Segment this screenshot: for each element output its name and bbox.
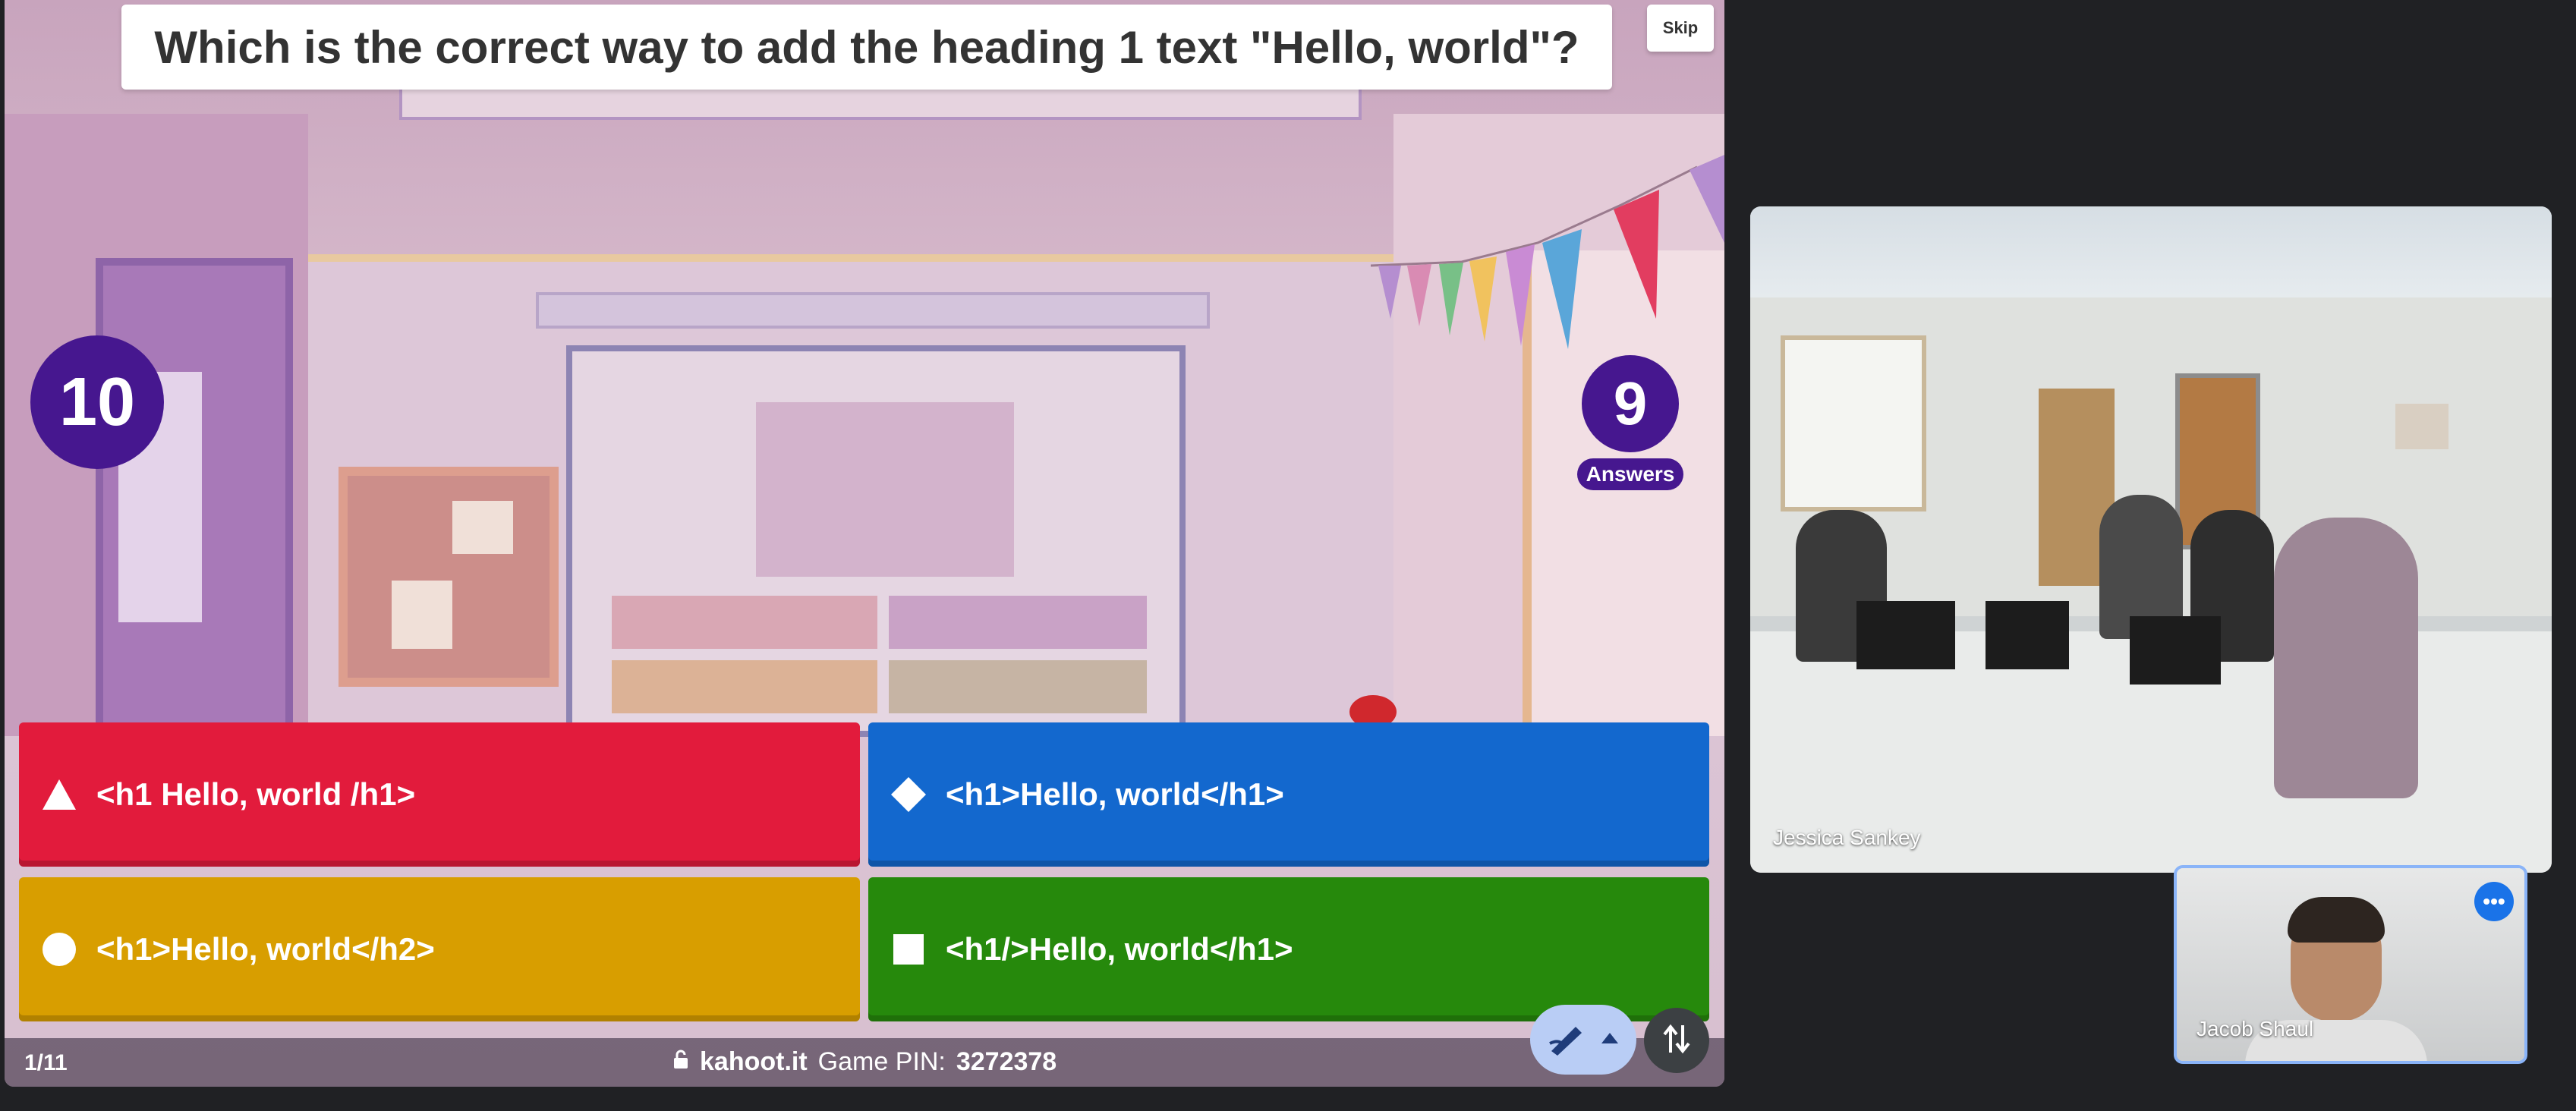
pin-label: Game PIN:	[817, 1047, 946, 1076]
skip-button[interactable]: Skip	[1647, 5, 1714, 52]
answers-count: 9	[1582, 355, 1679, 452]
laptop-2	[1986, 601, 2069, 669]
lamp	[2395, 404, 2448, 449]
countdown-timer: 10	[30, 335, 164, 469]
question-text: Which is the correct way to add the head…	[154, 21, 1579, 73]
more-options-button[interactable]: •••	[2474, 882, 2514, 921]
window	[1781, 335, 1926, 511]
lock-icon	[672, 1047, 689, 1077]
question-progress: 1/11	[24, 1050, 68, 1075]
answer-text: <h1 Hello, world /h1>	[96, 776, 416, 812]
annotate-button[interactable]	[1530, 1005, 1636, 1075]
student-4	[2274, 518, 2418, 798]
square-icon	[890, 930, 927, 968]
swap-layout-button[interactable]	[1644, 1008, 1709, 1073]
answer-text: <h1>Hello, world</h2>	[96, 931, 435, 967]
board-block-4	[889, 660, 1147, 713]
participant-name: Jessica Sankey	[1773, 826, 1921, 849]
chevron-up-icon[interactable]	[1601, 1032, 1618, 1047]
note-1	[452, 501, 513, 554]
bunting-flags	[1371, 155, 1724, 349]
game-pin-info: kahoot.it Game PIN: 3272378	[672, 1047, 1057, 1077]
pen-icon	[1548, 1021, 1586, 1059]
note-2	[392, 581, 452, 649]
diamond-icon	[890, 776, 927, 814]
participant-video-main[interactable]: Jessica Sankey	[1750, 206, 2552, 873]
answers-label: Answers	[1577, 458, 1683, 490]
self-video-tile[interactable]: Jacob Shaul •••	[2174, 865, 2527, 1064]
self-name: Jacob Shaul	[2197, 1017, 2314, 1040]
answer-option-circle[interactable]: <h1>Hello, world</h2>	[19, 877, 860, 1021]
answer-option-square[interactable]: <h1/>Hello, world</h1>	[868, 877, 1709, 1021]
kahoot-site: kahoot.it	[700, 1047, 808, 1076]
laptop-1	[1856, 601, 1955, 669]
kahoot-game-panel: Which is the correct way to add the head…	[5, 0, 1724, 1087]
person-hair	[2288, 897, 2385, 943]
corkboard	[339, 467, 559, 687]
swap-arrows-icon	[1661, 1022, 1692, 1059]
answer-text: <h1>Hello, world</h1>	[946, 776, 1284, 812]
board-panel	[756, 402, 1014, 577]
triangle-icon	[40, 776, 78, 814]
answer-text: <h1/>Hello, world</h1>	[946, 931, 1293, 967]
board-block-3	[612, 660, 877, 713]
board-block-1	[612, 596, 877, 649]
circle-icon	[40, 930, 78, 968]
answer-option-diamond[interactable]: <h1>Hello, world</h1>	[868, 722, 1709, 867]
whiteboard-top	[536, 292, 1210, 329]
answer-option-triangle[interactable]: <h1 Hello, world /h1>	[19, 722, 860, 867]
question-bar: Which is the correct way to add the head…	[121, 5, 1612, 90]
game-footer: 1/11 kahoot.it Game PIN: 3272378	[5, 1038, 1724, 1087]
board-block-2	[889, 596, 1147, 649]
more-dots-icon: •••	[2483, 889, 2505, 913]
laptop-3	[2130, 616, 2221, 685]
pin-value: 3272378	[956, 1047, 1057, 1076]
